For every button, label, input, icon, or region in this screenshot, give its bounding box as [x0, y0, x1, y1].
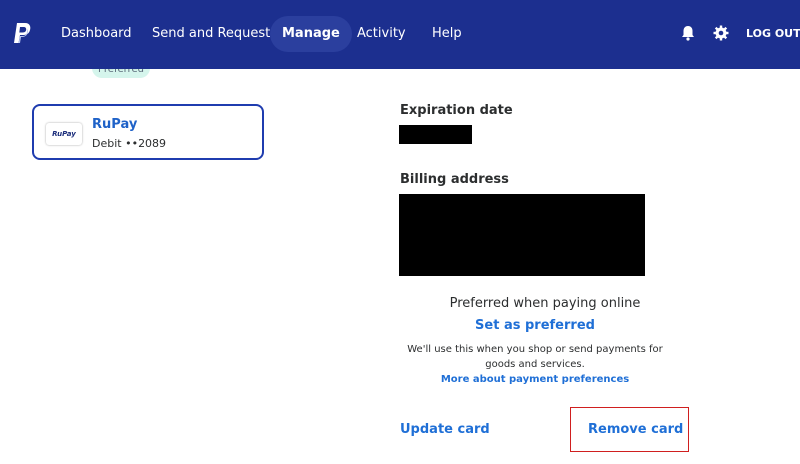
bell-icon[interactable]	[679, 24, 697, 42]
gear-icon[interactable]	[712, 24, 730, 42]
nav-manage[interactable]: Manage	[270, 16, 352, 52]
logout-link[interactable]: LOG OUT	[746, 27, 800, 40]
billing-address-label: Billing address	[400, 172, 509, 187]
rupay-logo-icon: RuPay	[46, 123, 82, 145]
update-card-link[interactable]: Update card	[400, 422, 490, 437]
more-about-preferences-link[interactable]: More about payment preferences	[441, 374, 629, 385]
billing-address-redacted	[399, 194, 645, 276]
expiration-date-redacted	[399, 125, 472, 144]
expiration-date-label: Expiration date	[400, 103, 513, 118]
top-nav-bar: Dashboard Send and Request Manage Activi…	[0, 0, 800, 69]
nav-help[interactable]: Help	[432, 16, 462, 52]
card-name: RuPay	[92, 117, 138, 132]
nav-activity[interactable]: Activity	[357, 16, 406, 52]
nav-dashboard[interactable]: Dashboard	[61, 16, 132, 52]
preferred-title: Preferred when paying online	[449, 296, 641, 311]
remove-card-link[interactable]: Remove card	[588, 422, 683, 437]
nav-send-and-request[interactable]: Send and Request	[152, 16, 270, 52]
card-tile-rupay[interactable]: RuPay RuPay Debit ••2089	[32, 104, 264, 160]
preferred-description: We'll use this when you shop or send pay…	[407, 344, 663, 370]
card-detail: Debit ••2089	[92, 137, 167, 150]
paypal-logo-icon[interactable]	[12, 23, 32, 45]
set-as-preferred-link[interactable]: Set as preferred	[475, 318, 595, 333]
